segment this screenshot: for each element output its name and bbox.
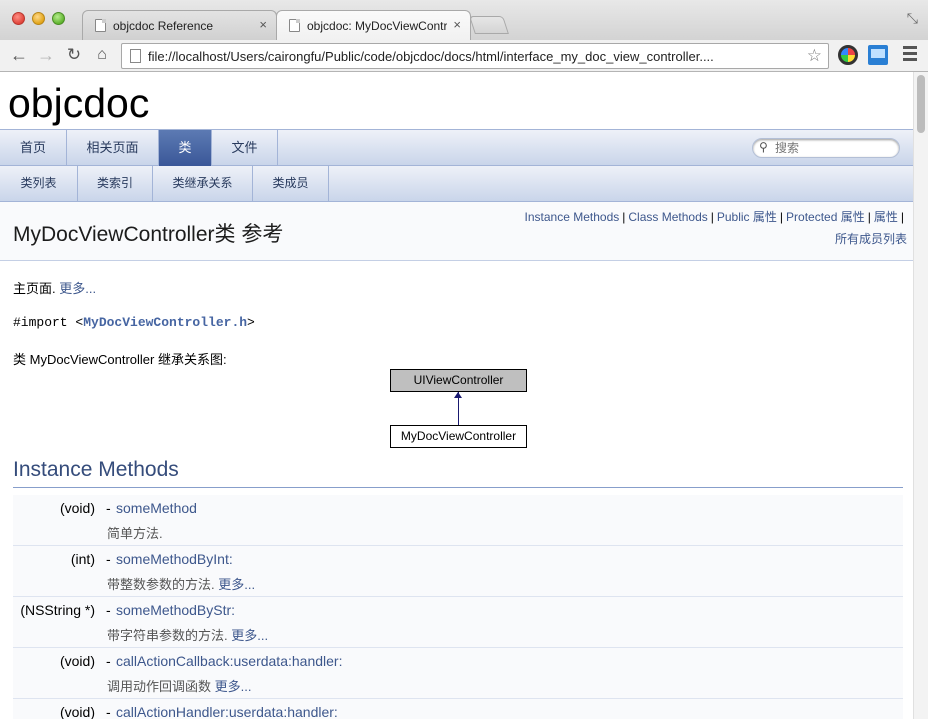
method-description: 简单方法. bbox=[107, 523, 163, 542]
summary-link-properties[interactable]: 属性 bbox=[874, 210, 898, 224]
tab-files[interactable]: 文件 bbox=[212, 130, 278, 166]
method-dash: - bbox=[106, 602, 111, 618]
table-row: (int) - someMethodByInt: 带整数参数的方法. 更多... bbox=[13, 546, 903, 597]
hamburger-menu-icon[interactable] bbox=[903, 46, 917, 62]
method-description: 带字符串参数的方法. 更多... bbox=[107, 625, 268, 644]
tab-classes[interactable]: 类 bbox=[159, 130, 212, 166]
table-row: (void) - callActionHandler:userdata:hand… bbox=[13, 699, 903, 719]
window-zoom-button[interactable] bbox=[52, 12, 65, 25]
summary-links: Instance Methods | Class Methods | Public 属性… bbox=[524, 210, 907, 246]
table-row: (void) - someMethod 简单方法. bbox=[13, 495, 903, 546]
page-title: MyDocViewController类 参考 bbox=[13, 223, 284, 246]
method-link[interactable]: someMethodByStr: bbox=[116, 602, 235, 618]
sub-nav-tabs: 类列表 类索引 类继承关系 类成员 bbox=[0, 166, 913, 202]
method-description: 调用动作回调函数 更多... bbox=[107, 676, 251, 695]
method-dash: - bbox=[106, 653, 111, 669]
import-prefix: #import < bbox=[13, 315, 84, 330]
method-link[interactable]: someMethod bbox=[116, 500, 197, 516]
method-dash: - bbox=[106, 551, 111, 567]
extension-color-icon[interactable] bbox=[838, 45, 858, 65]
summary-link-instance-methods[interactable]: Instance Methods bbox=[525, 210, 620, 224]
page-header: Instance Methods | Class Methods | Public 属性… bbox=[0, 202, 913, 261]
new-tab-button[interactable] bbox=[469, 16, 509, 34]
main-nav-tabs: 首页 相关页面 类 文件 ⚲ bbox=[0, 129, 913, 166]
url-text: file://localhost/Users/cairongfu/Public/… bbox=[148, 49, 714, 64]
section-title-instance-methods: Instance Methods bbox=[13, 458, 903, 488]
brief-description: 主页面. 更多... bbox=[13, 278, 96, 297]
window-titlebar: objcdoc Reference × objcdoc: MyDocViewCo… bbox=[0, 0, 928, 40]
method-desc-text: 调用动作回调函数 bbox=[107, 679, 212, 694]
inheritance-arrowhead bbox=[454, 392, 462, 398]
extension-screen-icon[interactable] bbox=[868, 45, 888, 65]
import-suffix: > bbox=[247, 315, 255, 330]
tab-class-hierarchy[interactable]: 类继承关系 bbox=[153, 166, 253, 201]
browser-tab-title: objcdoc: MyDocViewController bbox=[307, 19, 447, 33]
page-viewport: objcdoc 首页 相关页面 类 文件 ⚲ 类列表 类索引 类继承关系 类成员… bbox=[0, 72, 913, 719]
table-row: (void) - callActionCallback:userdata:han… bbox=[13, 648, 903, 699]
reload-icon[interactable]: ↻ bbox=[63, 44, 85, 66]
tab-close-icon[interactable]: × bbox=[453, 17, 461, 32]
address-bar[interactable]: file://localhost/Users/cairongfu/Public/… bbox=[121, 43, 829, 69]
more-link[interactable]: 更多... bbox=[218, 577, 255, 592]
tab-class-members[interactable]: 类成员 bbox=[253, 166, 329, 201]
page-icon bbox=[289, 19, 300, 32]
return-type: (void) bbox=[59, 500, 95, 516]
browser-tab-2[interactable]: objcdoc: MyDocViewController × bbox=[276, 10, 471, 40]
search-box[interactable]: ⚲ bbox=[752, 138, 900, 158]
import-statement: #import <MyDocViewController.h> bbox=[13, 315, 255, 330]
window-close-button[interactable] bbox=[12, 12, 25, 25]
return-type: (void) bbox=[59, 704, 95, 719]
more-link[interactable]: 更多... bbox=[231, 628, 268, 643]
browser-tab-1[interactable]: objcdoc Reference × bbox=[82, 10, 277, 40]
summary-link-protected-attribs[interactable]: Protected 属性 bbox=[786, 210, 865, 224]
window-minimize-button[interactable] bbox=[32, 12, 45, 25]
return-type: (int) bbox=[70, 551, 95, 567]
vertical-scrollbar[interactable] bbox=[913, 72, 928, 719]
tab-home[interactable]: 首页 bbox=[0, 130, 67, 166]
return-type: (NSString *) bbox=[20, 602, 95, 618]
more-link[interactable]: 更多... bbox=[215, 679, 252, 694]
inheritance-title: 类 MyDocViewController 继承关系图: bbox=[13, 352, 227, 367]
method-link[interactable]: callActionHandler:userdata:handler: bbox=[116, 704, 338, 719]
method-link[interactable]: callActionCallback:userdata:handler: bbox=[116, 653, 342, 669]
browser-tab-title: objcdoc Reference bbox=[113, 19, 214, 33]
bookmark-star-icon[interactable]: ☆ bbox=[807, 46, 822, 66]
forward-arrow-icon[interactable]: → bbox=[35, 44, 57, 66]
method-desc-text: 带整数参数的方法. bbox=[107, 577, 215, 592]
method-dash: - bbox=[106, 704, 111, 719]
back-arrow-icon[interactable]: ← bbox=[8, 44, 30, 66]
tab-close-icon[interactable]: × bbox=[259, 17, 267, 32]
summary-link-class-methods[interactable]: Class Methods bbox=[628, 210, 707, 224]
table-row: (NSString *) - someMethodByStr: 带字符串参数的方… bbox=[13, 597, 903, 648]
tab-class-list[interactable]: 类列表 bbox=[0, 166, 78, 201]
method-desc-text: 简单方法. bbox=[107, 526, 163, 541]
summary-link-public-attribs[interactable]: Public 属性 bbox=[717, 210, 777, 224]
more-link[interactable]: 更多... bbox=[59, 281, 96, 296]
diagram-node-child: MyDocViewController bbox=[390, 425, 527, 448]
tab-class-index[interactable]: 类索引 bbox=[78, 166, 153, 201]
scrollbar-thumb[interactable] bbox=[917, 75, 925, 133]
home-icon[interactable]: ⌂ bbox=[91, 44, 113, 66]
tab-related-pages[interactable]: 相关页面 bbox=[67, 130, 159, 166]
method-description: 带整数参数的方法. 更多... bbox=[107, 574, 255, 593]
project-name: objcdoc bbox=[8, 80, 150, 126]
header-file-link[interactable]: MyDocViewController.h bbox=[83, 315, 247, 330]
search-icon[interactable]: ⚲ bbox=[759, 140, 768, 154]
browser-toolbar: ← → ↻ ⌂ file://localhost/Users/cairongfu… bbox=[0, 40, 928, 72]
fullscreen-icon[interactable]: ⤡ bbox=[907, 10, 918, 27]
all-members-link[interactable]: 所有成员列表 bbox=[835, 232, 907, 246]
brief-text: 主页面. bbox=[13, 281, 56, 296]
method-dash: - bbox=[106, 500, 111, 516]
page-icon bbox=[95, 19, 106, 32]
method-desc-text: 带字符串参数的方法. bbox=[107, 628, 228, 643]
return-type: (void) bbox=[59, 653, 95, 669]
diagram-node-parent[interactable]: UIViewController bbox=[390, 369, 527, 392]
method-link[interactable]: someMethodByInt: bbox=[116, 551, 233, 567]
page-icon bbox=[130, 49, 141, 63]
search-input[interactable] bbox=[775, 140, 893, 156]
